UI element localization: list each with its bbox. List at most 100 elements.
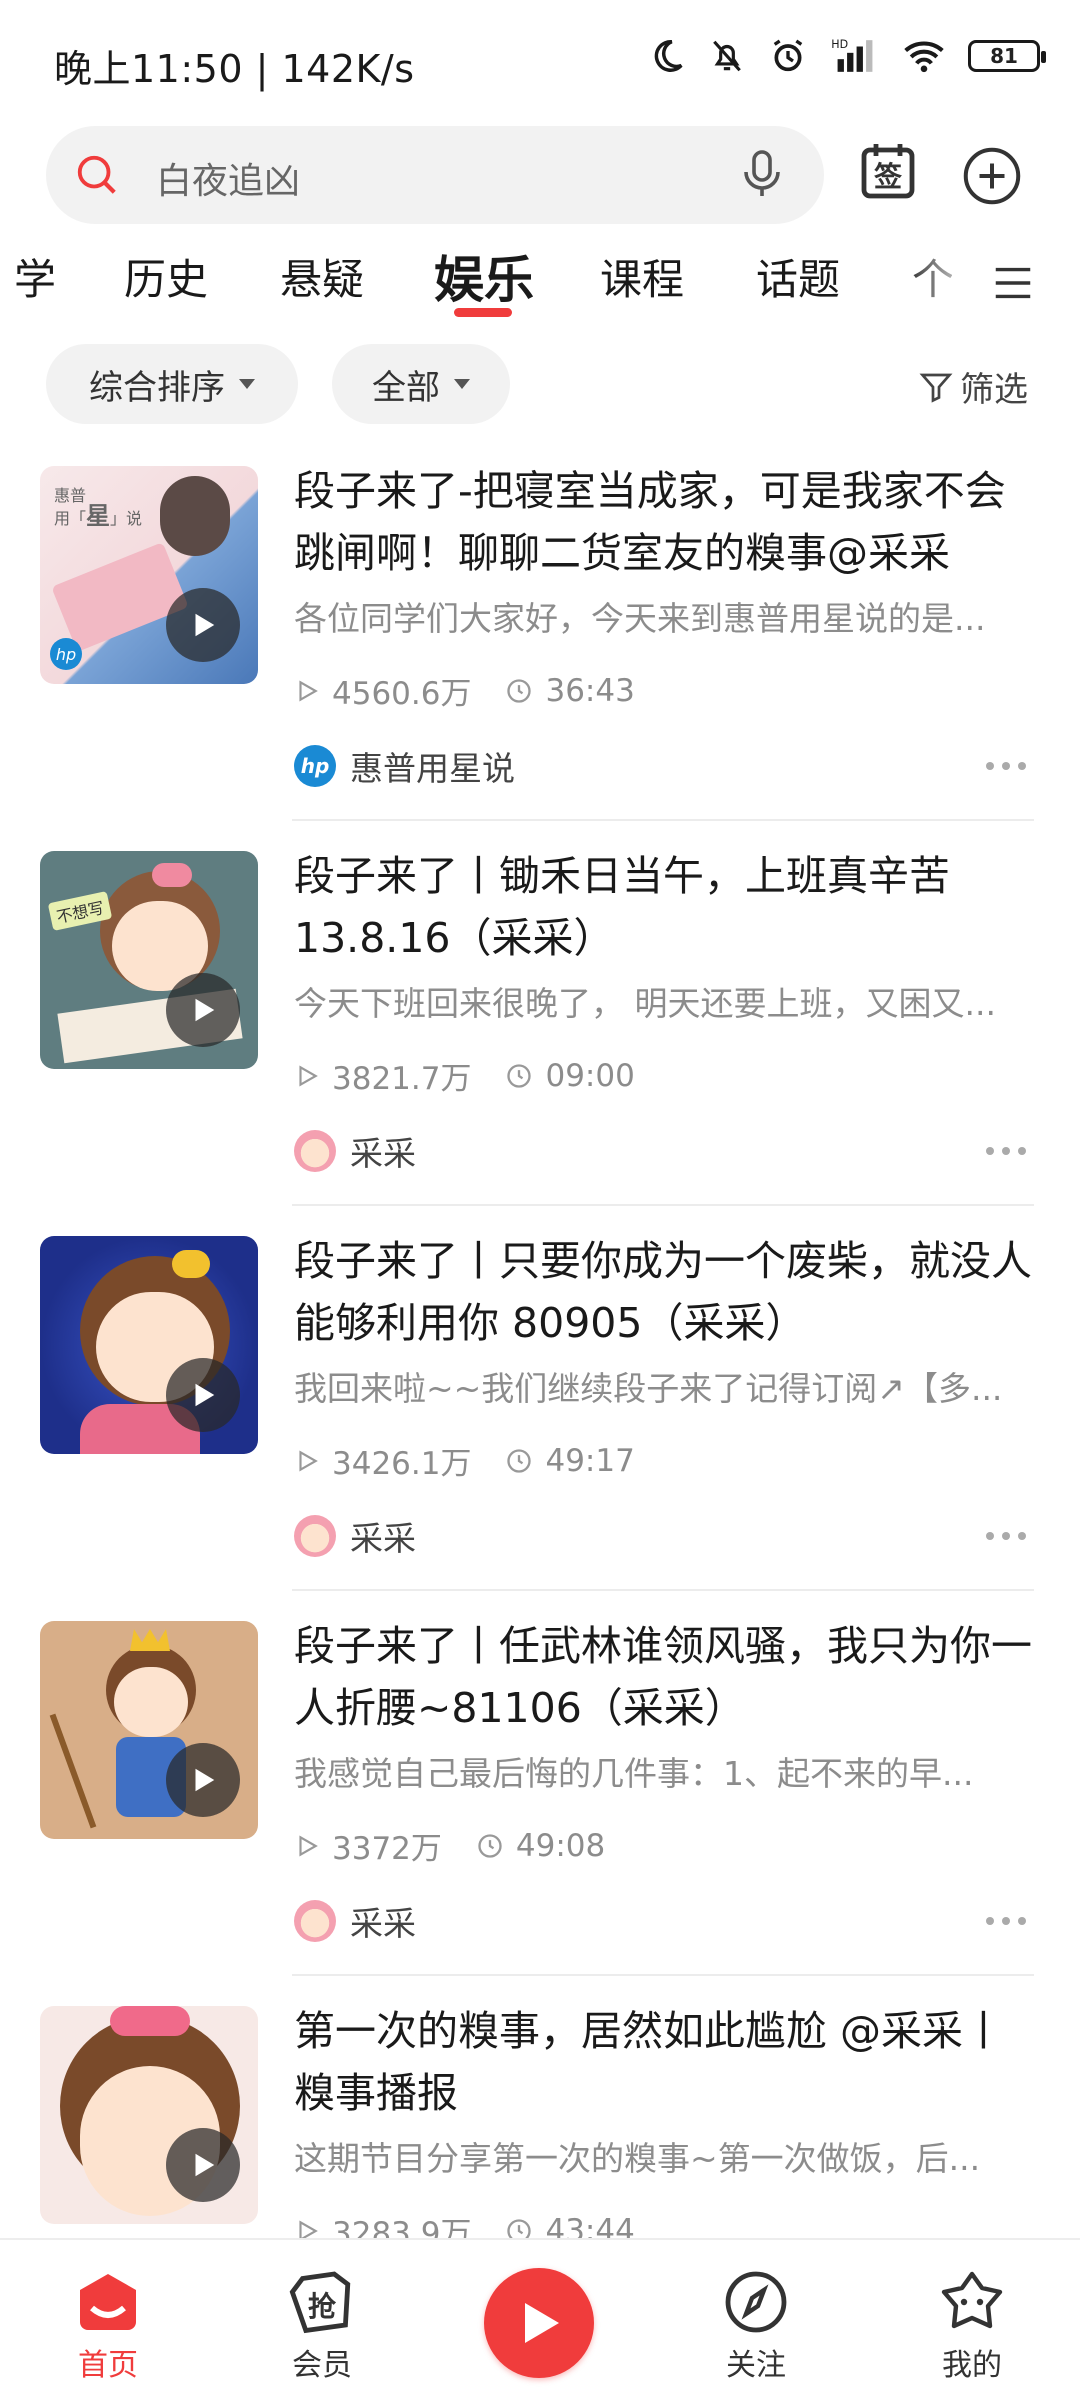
play-button[interactable] [166,1358,240,1432]
tab-history[interactable]: 历史 [124,246,208,307]
play-icon [195,613,215,637]
play-button[interactable] [166,1743,240,1817]
duration: 49:08 [515,1827,606,1864]
menu-icon [995,267,1031,299]
clock-icon [507,678,532,703]
video-thumbnail[interactable] [40,1621,258,1839]
thumbnail-face [114,1667,188,1737]
filter-label: 筛选 [960,370,1028,410]
play-count-icon [299,1834,318,1857]
play-icon [525,2303,559,2343]
search-icon [77,155,116,194]
duration: 49:17 [545,1442,635,1479]
video-description: 这期节目分享第一次的糗事~第一次做饭，后... [294,2139,981,2178]
play-button[interactable] [166,588,240,662]
tab-suspense[interactable]: 悬疑 [280,246,364,307]
list-item[interactable]: 段子来了丨任武林谁领风骚，我只为你一人折腰~81106（采采） 我感觉自己最后悔… [0,1591,1080,1976]
play-count: 3426.1万 [332,1446,472,1482]
video-meta: 4560.6万 36:43 [294,668,635,713]
play-count-icon [299,1064,318,1087]
play-count-icon [299,679,318,702]
sign-in-calendar-icon[interactable]: 签 [860,140,916,200]
more-options-icon[interactable] [984,1530,1028,1542]
video-thumbnail[interactable]: 惠普 用「星」说 hp [40,466,258,684]
author-avatar [294,1130,336,1172]
sort-label: 综合排序 [89,367,225,408]
thumbnail-bow [110,2006,190,2036]
list-item[interactable]: 不想写 段子来了丨锄禾日当午，上班真辛苦13.8.16（采采） 今天下班回来很晚… [0,821,1080,1206]
play-button[interactable] [166,2128,240,2202]
video-thumbnail[interactable] [40,2006,258,2224]
mute-bell-icon [713,40,741,72]
active-tab-indicator [454,308,512,317]
list-item[interactable]: 惠普 用「星」说 hp 段子来了-把寝室当成家，可是我家不会跳闸啊！聊聊二货室友的… [0,436,1080,821]
thumbnail-broom [49,1713,97,1829]
bottom-navigation: 首页 抢 会员 关注 我的 [0,2238,1080,2400]
author-avatar [294,1900,336,1942]
tab-topics[interactable]: 话题 [756,246,840,307]
play-icon [195,2153,215,2177]
wifi-icon [904,41,944,73]
search-row: 白夜追凶 签 [0,126,1080,226]
video-meta: 3372万 49:08 [294,1823,605,1868]
nav-follow-label: 关注 [726,2348,786,2383]
video-thumbnail[interactable]: 不想写 [40,851,258,1069]
category-tabs: 学 历史 悬疑 娱乐 课程 话题 个 [0,238,1080,328]
author[interactable]: 采采 [294,1512,416,1560]
tab-courses[interactable]: 课程 [600,246,684,307]
play-icon [195,998,215,1022]
tab-entertainment[interactable]: 娱乐 [434,240,534,312]
center-play-button[interactable] [484,2268,594,2378]
caret-down-icon [239,379,255,389]
video-title[interactable]: 段子来了-把寝室当成家，可是我家不会跳闸啊！聊聊二货室友的糗事@采采 [294,460,1044,584]
author[interactable]: hp 惠普用星说 [294,742,515,790]
crown-icon [130,1629,170,1651]
nav-vip[interactable]: 抢 会员 [242,2240,402,2402]
video-title[interactable]: 段子来了丨只要你成为一个废柴，就没人能够利用你 80905（采采） [294,1230,1044,1354]
play-count: 4560.6万 [332,676,472,712]
author-name: 采采 [350,1134,416,1173]
microphone-icon[interactable] [742,148,782,200]
nav-home-label: 首页 [78,2348,138,2383]
thumbnail-figure [160,476,230,556]
tab-xue[interactable]: 学 [14,246,56,307]
nav-profile[interactable]: 我的 [892,2240,1052,2402]
duration: 36:43 [545,672,635,709]
play-icon [195,1768,215,1792]
more-options-icon[interactable] [984,760,1028,772]
video-thumbnail[interactable] [40,1236,258,1454]
video-meta: 3426.1万 49:17 [294,1438,635,1483]
video-description: 我感觉自己最后悔的几件事：1、起不来的早... [294,1754,974,1793]
nav-profile-label: 我的 [942,2348,1002,2383]
nav-follow[interactable]: 关注 [676,2240,836,2402]
range-label: 全部 [372,367,440,408]
search-input[interactable]: 白夜追凶 [46,126,824,224]
video-title[interactable]: 第一次的糗事，居然如此尴尬 @采采丨糗事播报 [294,2000,1044,2124]
duration: 09:00 [545,1057,635,1094]
video-title[interactable]: 段子来了丨锄禾日当午，上班真辛苦13.8.16（采采） [294,845,1044,969]
video-title[interactable]: 段子来了丨任武林谁领风骚，我只为你一人折腰~81106（采采） [294,1615,1044,1739]
range-dropdown[interactable]: 全部 [332,344,510,424]
svg-text:抢: 抢 [308,2290,337,2323]
filter-button[interactable]: 筛选 [918,362,1028,411]
status-icons: HD 81 [648,36,1046,76]
alarm-icon [773,39,803,72]
tabs-menu-button[interactable] [952,238,1080,328]
play-button[interactable] [166,973,240,1047]
more-options-icon[interactable] [984,1145,1028,1157]
add-icon[interactable] [962,146,1022,206]
video-description: 今天下班回来很晚了， 明天还要上班，又困又... [294,984,996,1023]
battery-indicator: 81 [968,40,1046,72]
nav-home[interactable]: 首页 [28,2240,188,2402]
author-name: 惠普用星说 [350,749,515,788]
more-options-icon[interactable] [984,1915,1028,1927]
author-name: 采采 [350,1904,416,1943]
author[interactable]: 采采 [294,1897,416,1945]
thumbnail-hair-tie [172,1250,210,1278]
status-bar: 晚上11:50 | 142K/s HD 81 [0,0,1080,120]
list-item[interactable]: 段子来了丨只要你成为一个废柴，就没人能够利用你 80905（采采） 我回来啦~~… [0,1206,1080,1591]
author[interactable]: 采采 [294,1127,416,1175]
sort-dropdown[interactable]: 综合排序 [46,344,298,424]
nav-vip-label: 会员 [292,2348,352,2383]
video-description: 我回来啦~~我们继续段子来了记得订阅↗【多... [294,1369,1003,1408]
